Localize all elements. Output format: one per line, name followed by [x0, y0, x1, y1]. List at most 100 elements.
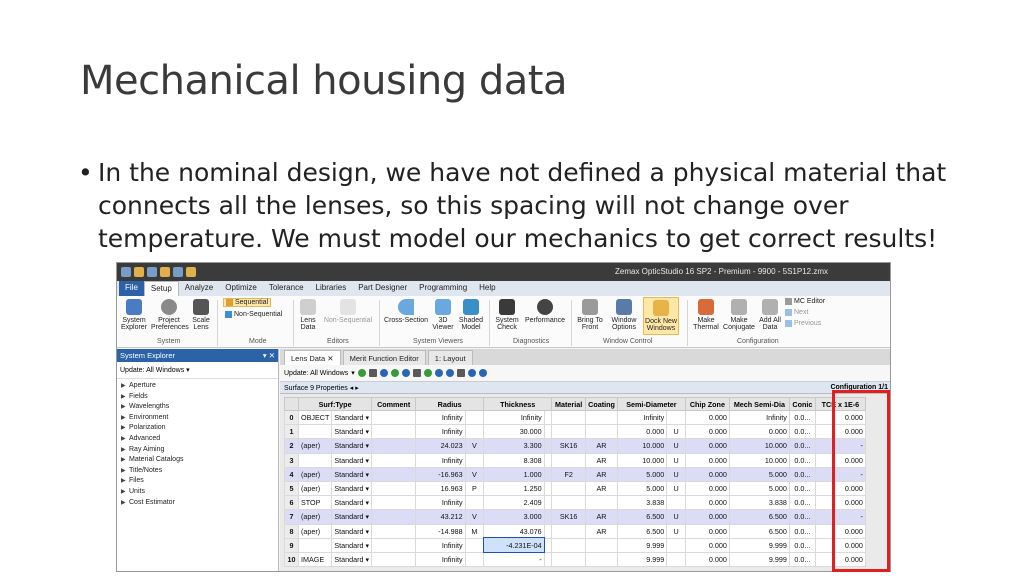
- chip-zone-cell[interactable]: 0.000: [684, 409, 730, 426]
- semi-diameter-cell[interactable]: 5.000: [616, 480, 668, 497]
- tce-cell[interactable]: 0.000: [814, 523, 866, 539]
- material-cell[interactable]: [551, 523, 587, 539]
- globe-icon[interactable]: [390, 369, 399, 377]
- radius-solve[interactable]: [464, 452, 485, 468]
- tree-item-material-catalogs[interactable]: ▶ Material Catalogs: [121, 455, 278, 466]
- solve-icon[interactable]: [445, 369, 454, 377]
- semi-diameter-cell[interactable]: 6.500: [616, 509, 668, 525]
- coating-cell[interactable]: AR: [585, 523, 618, 539]
- thickness-solve[interactable]: [543, 523, 553, 539]
- coating-cell[interactable]: [585, 495, 618, 511]
- surface-name[interactable]: [297, 424, 333, 440]
- tab-lens-data[interactable]: Lens Data ✕: [284, 350, 341, 365]
- semi-diameter-solve[interactable]: U: [666, 452, 686, 468]
- comment-cell[interactable]: [371, 537, 417, 553]
- coating-cell[interactable]: [585, 551, 618, 568]
- coating-cell[interactable]: [585, 424, 618, 440]
- chip-zone-cell[interactable]: 0.000: [684, 438, 730, 454]
- bring-to-front-button[interactable]: Bring To Front: [575, 299, 605, 331]
- surface-name[interactable]: (aper): [297, 466, 333, 482]
- tce-cell[interactable]: 0.000: [814, 409, 866, 426]
- surface-type[interactable]: Standard ▾: [331, 523, 373, 539]
- tree-item-files[interactable]: ▶ Files: [121, 476, 278, 487]
- table-row[interactable]: 6 STOP Standard ▾ Infinity 2.409 3.838 0.000 3.…: [284, 495, 866, 511]
- surface-type[interactable]: Standard ▾: [331, 495, 373, 511]
- thickness-cell[interactable]: 3.000: [483, 509, 545, 525]
- surface-type[interactable]: Standard ▾: [331, 409, 373, 426]
- tree-item-polarization[interactable]: ▶ Polarization: [121, 423, 278, 434]
- thickness-solve[interactable]: [543, 409, 553, 426]
- menu-programming[interactable]: Programming: [413, 281, 473, 296]
- tce-cell[interactable]: 0.000: [814, 424, 866, 440]
- mech-semi-dia-cell[interactable]: 3.838: [728, 495, 790, 511]
- surface-name[interactable]: (aper): [297, 480, 333, 497]
- semi-diameter-cell[interactable]: 3.838: [616, 495, 668, 511]
- conic-cell[interactable]: 0.0...: [788, 509, 816, 525]
- radius-cell[interactable]: 43.212: [415, 509, 466, 525]
- 3d-viewer-button[interactable]: 3D Viewer: [431, 299, 455, 331]
- arrow-icon[interactable]: [467, 369, 476, 377]
- thickness-cell[interactable]: 2.409: [483, 495, 545, 511]
- thickness-solve[interactable]: [543, 466, 553, 482]
- coating-cell[interactable]: AR: [585, 466, 618, 482]
- comment-cell[interactable]: [371, 409, 417, 426]
- coating-cell[interactable]: AR: [585, 438, 618, 454]
- add-all-data-button[interactable]: Add All Data: [757, 299, 783, 331]
- semi-diameter-solve[interactable]: [666, 495, 686, 511]
- radius-cell[interactable]: -14.988: [415, 523, 466, 539]
- dropdown-arrow-icon[interactable]: ▾: [364, 441, 370, 450]
- thickness-cell[interactable]: -4.231E-04: [482, 537, 546, 554]
- shaded-model-button[interactable]: Shaded Model: [457, 299, 485, 331]
- table-row[interactable]: 3 Standard ▾ Infinity 8.308 AR 10.000 U 0.000 10…: [284, 452, 866, 468]
- col-header-thickness[interactable]: Thickness: [483, 397, 553, 411]
- thickness-solve[interactable]: [543, 438, 553, 454]
- mech-semi-dia-cell[interactable]: 9.999: [728, 551, 790, 568]
- col-header-radius[interactable]: Radius: [415, 397, 485, 411]
- semi-diameter-solve[interactable]: [666, 551, 686, 568]
- mc-editor-button[interactable]: MC Editor: [785, 298, 825, 305]
- conic-cell[interactable]: 0.0...: [788, 466, 816, 482]
- thickness-solve[interactable]: [543, 480, 553, 497]
- thickness-solve[interactable]: [543, 509, 553, 525]
- surface-name[interactable]: [297, 452, 333, 468]
- conic-cell[interactable]: 0.0...: [788, 551, 816, 568]
- tree-item-environment[interactable]: ▶ Environment: [121, 413, 278, 424]
- col-header-conic[interactable]: Conic: [788, 397, 816, 411]
- radius-solve[interactable]: [464, 537, 485, 553]
- thickness-cell[interactable]: 1.250: [483, 480, 545, 497]
- coating-cell[interactable]: [585, 409, 618, 426]
- performance-button[interactable]: Performance: [523, 299, 567, 324]
- update-dropdown[interactable]: Update: All Windows ▾: [117, 362, 278, 379]
- semi-diameter-cell[interactable]: 9.999: [616, 551, 668, 568]
- comment-cell[interactable]: [371, 551, 417, 568]
- tree-item-aperture[interactable]: ▶ Aperture: [121, 381, 278, 392]
- table-row[interactable]: 1 Standard ▾ Infinity 30.000 0.000 U 0.000 0.00…: [284, 424, 866, 440]
- tab-merit-function-editor[interactable]: Merit Function Editor: [342, 350, 426, 365]
- radius-solve[interactable]: [464, 409, 485, 426]
- semi-diameter-cell[interactable]: Infinity: [616, 409, 668, 426]
- surface-name[interactable]: OBJECT: [297, 409, 333, 426]
- material-cell[interactable]: [551, 480, 587, 497]
- tce-cell[interactable]: 0.000: [814, 480, 866, 497]
- aperture-icon[interactable]: [423, 369, 432, 377]
- radius-solve[interactable]: [464, 551, 485, 568]
- thickness-cell[interactable]: -: [483, 551, 545, 568]
- comment-cell[interactable]: [371, 495, 417, 511]
- dropdown-arrow-icon[interactable]: ▾: [364, 512, 370, 521]
- radius-cell[interactable]: Infinity: [415, 452, 466, 468]
- thickness-cell[interactable]: 43.076: [483, 523, 545, 539]
- semi-diameter-solve[interactable]: [666, 409, 686, 426]
- radius-cell[interactable]: 16.963: [415, 480, 466, 497]
- conic-cell[interactable]: 0.0...: [788, 537, 816, 553]
- radius-solve[interactable]: V: [464, 466, 485, 482]
- radius-solve[interactable]: [464, 424, 485, 440]
- surface-name[interactable]: (aper): [297, 438, 333, 454]
- semi-diameter-solve[interactable]: U: [666, 509, 686, 525]
- settings-icon[interactable]: [368, 369, 377, 377]
- tree-item-ray-aiming[interactable]: ▶ Ray Aiming: [121, 445, 278, 456]
- col-header-semi-diameter[interactable]: Semi-Diameter: [616, 397, 686, 411]
- radius-solve[interactable]: M: [464, 523, 485, 539]
- semi-diameter-solve[interactable]: U: [666, 438, 686, 454]
- radius-cell[interactable]: Infinity: [415, 495, 466, 511]
- chip-zone-cell[interactable]: 0.000: [684, 466, 730, 482]
